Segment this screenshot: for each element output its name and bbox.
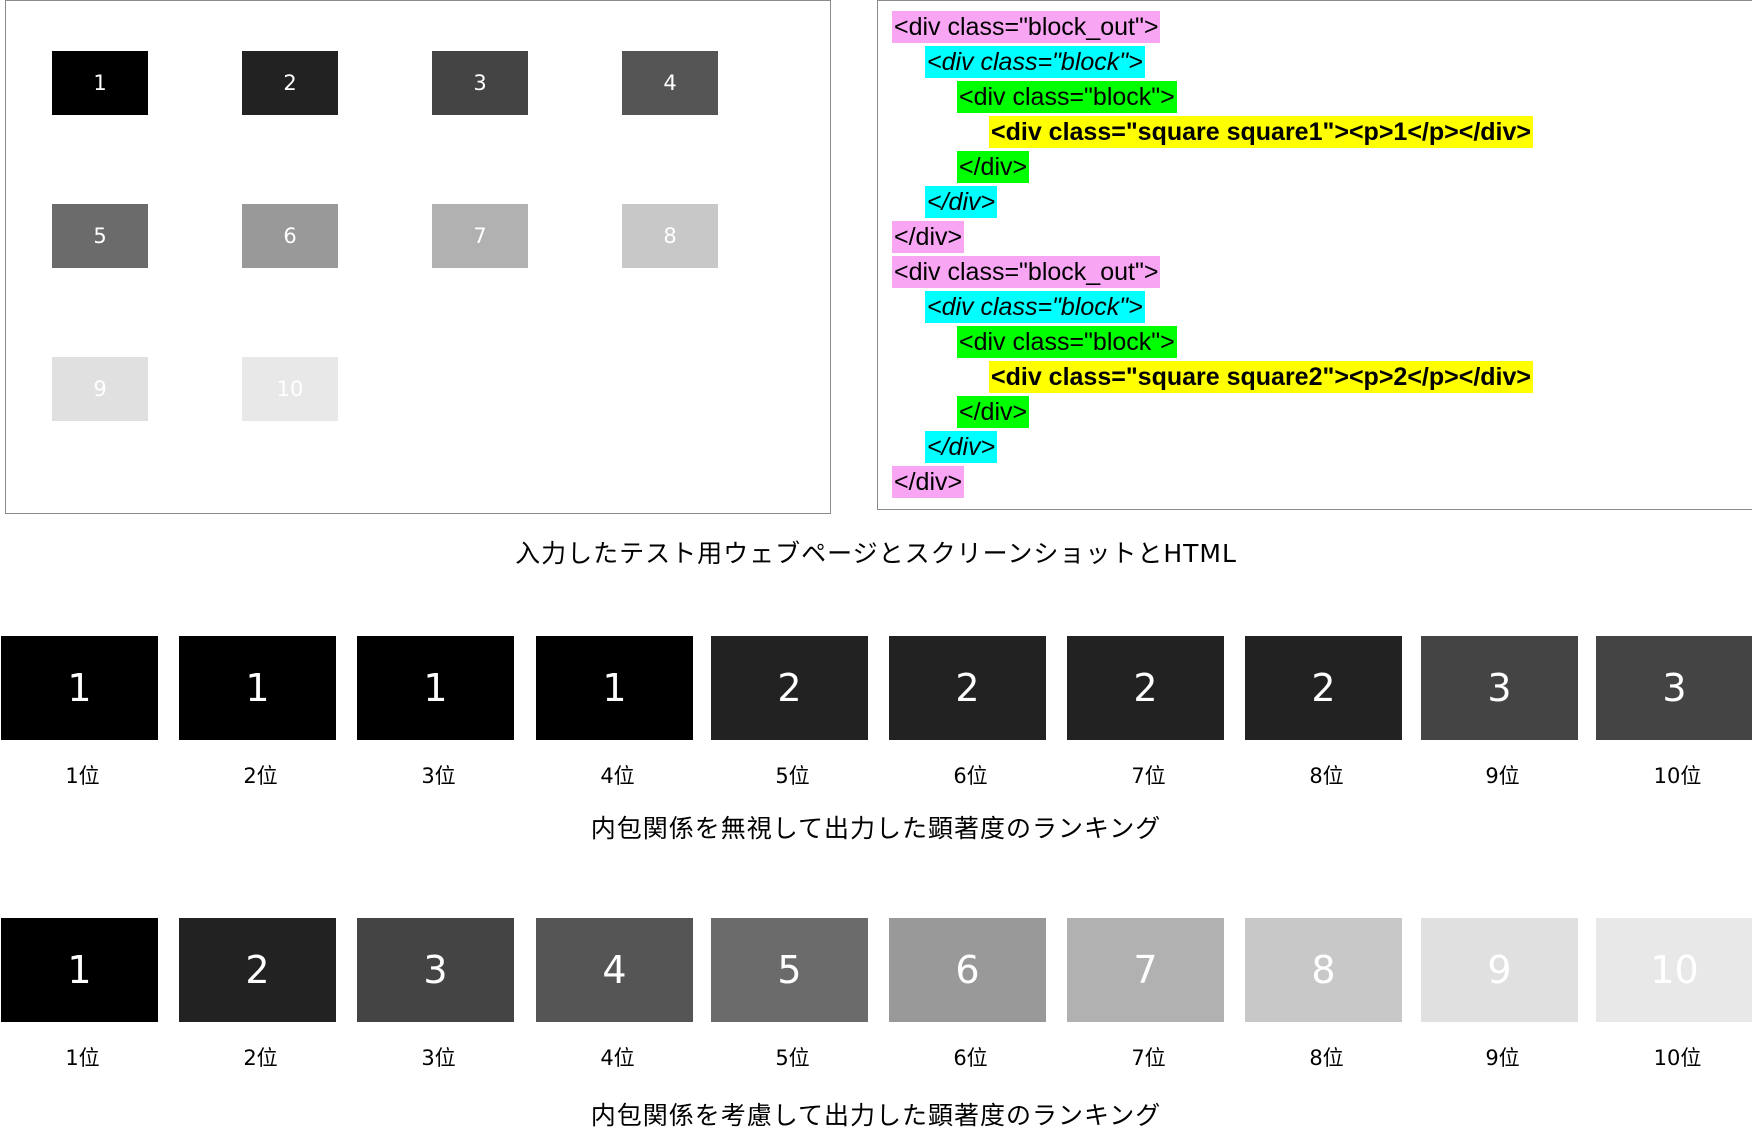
rank-label: 1位 — [65, 764, 100, 788]
rank-label: 7位 — [1131, 1046, 1166, 1070]
rank-box: 1 — [536, 636, 693, 740]
rank-box: 3 — [1596, 636, 1752, 740]
rank-label: 4位 — [600, 1046, 635, 1070]
code-line: </div> — [892, 221, 965, 253]
rank-label: 4位 — [600, 764, 635, 788]
rank-box: 2 — [179, 918, 336, 1022]
rank-label: 8位 — [1309, 764, 1344, 788]
rank-box: 1 — [357, 636, 514, 740]
rank-box: 1 — [179, 636, 336, 740]
code-text: </div> — [892, 221, 965, 253]
rank-label: 3位 — [421, 1046, 456, 1070]
rank-box: 10 — [1596, 918, 1752, 1022]
rank-box: 2 — [889, 636, 1046, 740]
ranking-consider-caption: 内包関係を考慮して出力した顕著度のランキング — [590, 1101, 1162, 1130]
rank-label: 5位 — [775, 1046, 810, 1070]
rank-box: 2 — [1067, 636, 1224, 740]
code-line: <div class="block_out"> — [892, 256, 1161, 288]
code-text: <div class="block_out"> — [892, 11, 1161, 43]
test-square: 3 — [432, 51, 528, 115]
test-square: 2 — [242, 51, 338, 115]
rank-label: 8位 — [1309, 1046, 1344, 1070]
code-line: <div class="block"> — [957, 326, 1177, 358]
test-square: 5 — [52, 204, 148, 268]
rank-label: 6位 — [953, 764, 988, 788]
test-square: 1 — [52, 51, 148, 115]
test-square: 7 — [432, 204, 528, 268]
rank-label: 10位 — [1653, 764, 1702, 788]
rank-label: 1位 — [65, 1046, 100, 1070]
code-text: <div class="block"> — [925, 46, 1145, 78]
rank-box: 8 — [1245, 918, 1402, 1022]
code-text: <div class="square square1"><p>1</p></di… — [989, 116, 1534, 148]
rank-box: 1 — [1, 918, 158, 1022]
code-text: </div> — [957, 396, 1030, 428]
code-line: <div class="square square1"><p>1</p></di… — [989, 116, 1534, 148]
code-text: <div class="block_out"> — [892, 256, 1161, 288]
code-line: <div class="block_out"> — [892, 11, 1161, 43]
test-square: 8 — [622, 204, 718, 268]
code-line: </div> — [925, 186, 998, 218]
code-text: <div class="square square2"><p>2</p></di… — [989, 361, 1534, 393]
ranking-ignore-row: 1111222233 — [0, 636, 1752, 740]
rank-box: 2 — [711, 636, 868, 740]
code-text: </div> — [925, 431, 998, 463]
code-text: </div> — [957, 151, 1030, 183]
code-line: <div class="block"> — [925, 46, 1145, 78]
test-square: 4 — [622, 51, 718, 115]
code-text: <div class="block"> — [925, 291, 1145, 323]
rank-box: 1 — [1, 636, 158, 740]
code-line: <div class="block"> — [925, 291, 1145, 323]
input-caption: 入力したテスト用ウェブページとスクリーンショットとHTML — [515, 539, 1237, 568]
code-line: </div> — [892, 466, 965, 498]
rank-label: 3位 — [421, 764, 456, 788]
test-square: 6 — [242, 204, 338, 268]
rank-box: 9 — [1421, 918, 1578, 1022]
code-line: </div> — [957, 396, 1030, 428]
html-code-panel: <div class="block_out"> <div class="block… — [877, 0, 1752, 510]
test-square: 9 — [52, 357, 148, 421]
code-line: </div> — [957, 151, 1030, 183]
rank-label: 9位 — [1485, 1046, 1520, 1070]
rank-label: 7位 — [1131, 764, 1166, 788]
rank-box: 5 — [711, 918, 868, 1022]
ranking-consider-row: 1 2 3 4 5 6 7 8 9 10 — [0, 918, 1752, 1022]
rank-box: 3 — [1421, 636, 1578, 740]
code-text: </div> — [892, 466, 965, 498]
rank-box: 4 — [536, 918, 693, 1022]
code-text: <div class="block"> — [957, 81, 1177, 113]
code-line: <div class="square square2"><p>2</p></di… — [989, 361, 1534, 393]
code-text: </div> — [925, 186, 998, 218]
test-square: 10 — [242, 357, 338, 421]
rank-label: 2位 — [243, 1046, 278, 1070]
rank-box: 3 — [357, 918, 514, 1022]
code-text: <div class="block"> — [957, 326, 1177, 358]
rank-box: 2 — [1245, 636, 1402, 740]
rank-label: 2位 — [243, 764, 278, 788]
code-line: <div class="block"> — [957, 81, 1177, 113]
rank-label: 10位 — [1653, 1046, 1702, 1070]
rank-label: 5位 — [775, 764, 810, 788]
code-line: </div> — [925, 431, 998, 463]
rank-label: 9位 — [1485, 764, 1520, 788]
rank-label: 6位 — [953, 1046, 988, 1070]
rank-box: 7 — [1067, 918, 1224, 1022]
test-page-screenshot: 1 2 3 4 5 6 7 8 9 10 — [5, 0, 831, 514]
rank-box: 6 — [889, 918, 1046, 1022]
ranking-ignore-caption: 内包関係を無視して出力した顕著度のランキング — [590, 814, 1162, 843]
